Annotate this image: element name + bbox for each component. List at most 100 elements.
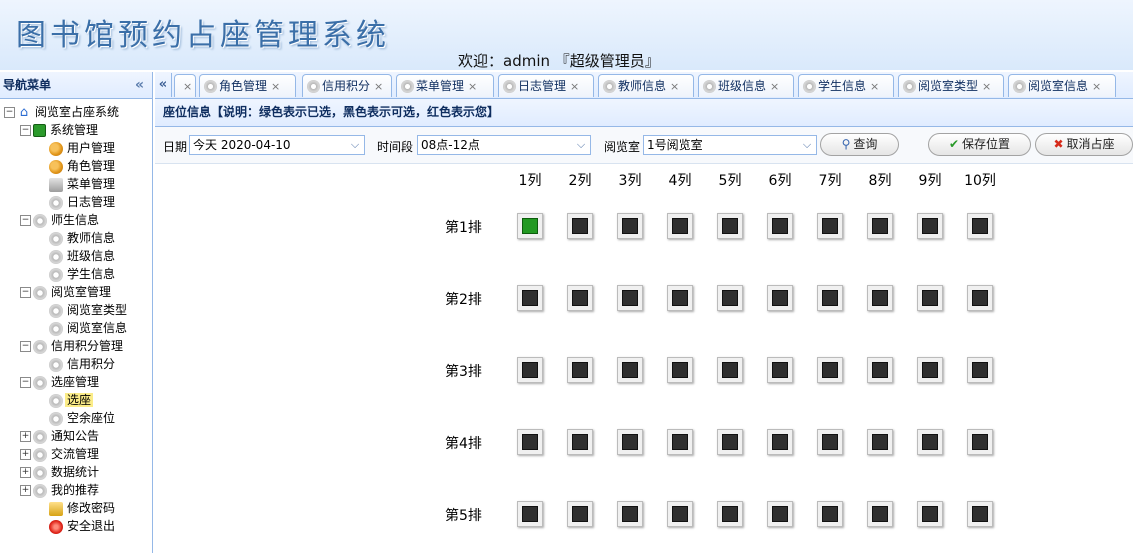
seat[interactable] <box>617 213 643 239</box>
seat[interactable] <box>767 285 793 311</box>
seat[interactable] <box>667 213 693 239</box>
seat[interactable] <box>517 429 543 455</box>
collapse-tree-icon[interactable]: − <box>20 341 31 352</box>
nav-item[interactable]: 教师信息 <box>0 229 152 247</box>
seat[interactable] <box>717 285 743 311</box>
seat[interactable] <box>967 285 993 311</box>
seat[interactable] <box>517 213 543 239</box>
query-button[interactable]: ⚲ 查询 <box>820 133 899 156</box>
nav-item[interactable]: − 师生信息 <box>0 211 152 229</box>
collapse-tree-icon[interactable]: − <box>20 215 31 226</box>
chevron-down-icon[interactable]: ⌵ <box>572 136 590 154</box>
seat[interactable] <box>667 357 693 383</box>
nav-item[interactable]: + 交流管理 <box>0 445 152 463</box>
seat[interactable] <box>567 429 593 455</box>
nav-item[interactable]: 用户管理 <box>0 139 152 157</box>
nav-item[interactable]: 空余座位 <box>0 409 152 427</box>
collapse-tree-icon[interactable]: − <box>20 377 31 388</box>
seat[interactable] <box>717 429 743 455</box>
seat[interactable] <box>867 501 893 527</box>
nav-item[interactable]: 班级信息 <box>0 247 152 265</box>
seat[interactable] <box>867 285 893 311</box>
seat[interactable] <box>967 357 993 383</box>
tab[interactable]: × <box>174 74 196 97</box>
tab[interactable]: 菜单管理 × <box>396 74 494 97</box>
seat[interactable] <box>567 213 593 239</box>
seat[interactable] <box>717 357 743 383</box>
save-seat-button[interactable]: ✔ 保存位置 <box>928 133 1031 156</box>
collapse-tree-icon[interactable]: − <box>20 125 31 136</box>
tab[interactable]: 学生信息 × <box>798 74 894 97</box>
seat[interactable] <box>967 429 993 455</box>
seat[interactable] <box>917 429 943 455</box>
seat[interactable] <box>967 501 993 527</box>
seat[interactable] <box>867 429 893 455</box>
nav-item[interactable]: 修改密码 <box>0 499 152 517</box>
seat[interactable] <box>617 501 643 527</box>
period-select[interactable]: 08点-12点 ⌵ <box>417 135 591 155</box>
seat[interactable] <box>517 285 543 311</box>
seat[interactable] <box>767 213 793 239</box>
seat[interactable] <box>617 285 643 311</box>
close-icon[interactable]: × <box>271 80 280 93</box>
tab[interactable]: 班级信息 × <box>698 74 794 97</box>
date-select[interactable]: 今天 2020-04-10 ⌵ <box>189 135 365 155</box>
seat[interactable] <box>917 357 943 383</box>
close-icon[interactable]: × <box>374 80 383 93</box>
seat[interactable] <box>817 357 843 383</box>
close-icon[interactable]: × <box>570 80 579 93</box>
tab[interactable]: 阅览室类型 × <box>898 74 1004 97</box>
seat[interactable] <box>667 285 693 311</box>
collapse-icon[interactable]: « <box>135 72 144 98</box>
nav-item[interactable]: 学生信息 <box>0 265 152 283</box>
expand-icon[interactable]: + <box>20 467 31 478</box>
nav-item[interactable]: 选座 <box>0 391 152 409</box>
nav-item[interactable]: 信用积分 <box>0 355 152 373</box>
nav-item[interactable]: 阅览室类型 <box>0 301 152 319</box>
nav-item[interactable]: 安全退出 <box>0 517 152 535</box>
seat[interactable] <box>867 213 893 239</box>
seat[interactable] <box>917 213 943 239</box>
seat[interactable] <box>917 285 943 311</box>
close-icon[interactable]: × <box>183 80 192 93</box>
close-icon[interactable]: × <box>670 80 679 93</box>
nav-item[interactable]: + 我的推荐 <box>0 481 152 499</box>
seat[interactable] <box>667 501 693 527</box>
close-icon[interactable]: × <box>770 80 779 93</box>
close-icon[interactable]: × <box>1092 80 1101 93</box>
seat[interactable] <box>767 501 793 527</box>
close-icon[interactable]: × <box>982 80 991 93</box>
seat[interactable] <box>567 357 593 383</box>
seat[interactable] <box>817 501 843 527</box>
nav-item[interactable]: − 系统管理 <box>0 121 152 139</box>
expand-icon[interactable]: + <box>20 431 31 442</box>
seat[interactable] <box>617 357 643 383</box>
chevron-down-icon[interactable]: ⌵ <box>346 136 364 154</box>
seat[interactable] <box>567 285 593 311</box>
nav-item[interactable]: − 信用积分管理 <box>0 337 152 355</box>
seat[interactable] <box>767 357 793 383</box>
seat[interactable] <box>817 213 843 239</box>
collapse-tree-icon[interactable]: − <box>4 107 15 118</box>
nav-item[interactable]: 阅览室信息 <box>0 319 152 337</box>
seat[interactable] <box>567 501 593 527</box>
nav-item[interactable]: − ⌂ 阅览室占座系统 <box>0 103 152 121</box>
expand-icon[interactable]: + <box>20 449 31 460</box>
tab-scroll-left-icon[interactable]: « <box>155 73 172 97</box>
room-select[interactable]: 1号阅览室 ⌵ <box>643 135 817 155</box>
seat[interactable] <box>617 429 643 455</box>
seat[interactable] <box>767 429 793 455</box>
seat[interactable] <box>917 501 943 527</box>
seat[interactable] <box>817 285 843 311</box>
nav-item[interactable]: − 选座管理 <box>0 373 152 391</box>
seat[interactable] <box>967 213 993 239</box>
seat[interactable] <box>817 429 843 455</box>
seat[interactable] <box>717 501 743 527</box>
close-icon[interactable]: × <box>468 80 477 93</box>
seat[interactable] <box>517 501 543 527</box>
seat[interactable] <box>517 357 543 383</box>
tab[interactable]: 信用积分 × <box>302 74 392 97</box>
tab[interactable]: 阅览室信息 × <box>1008 74 1116 97</box>
tab[interactable]: 角色管理 × <box>199 74 296 97</box>
nav-item[interactable]: 菜单管理 <box>0 175 152 193</box>
